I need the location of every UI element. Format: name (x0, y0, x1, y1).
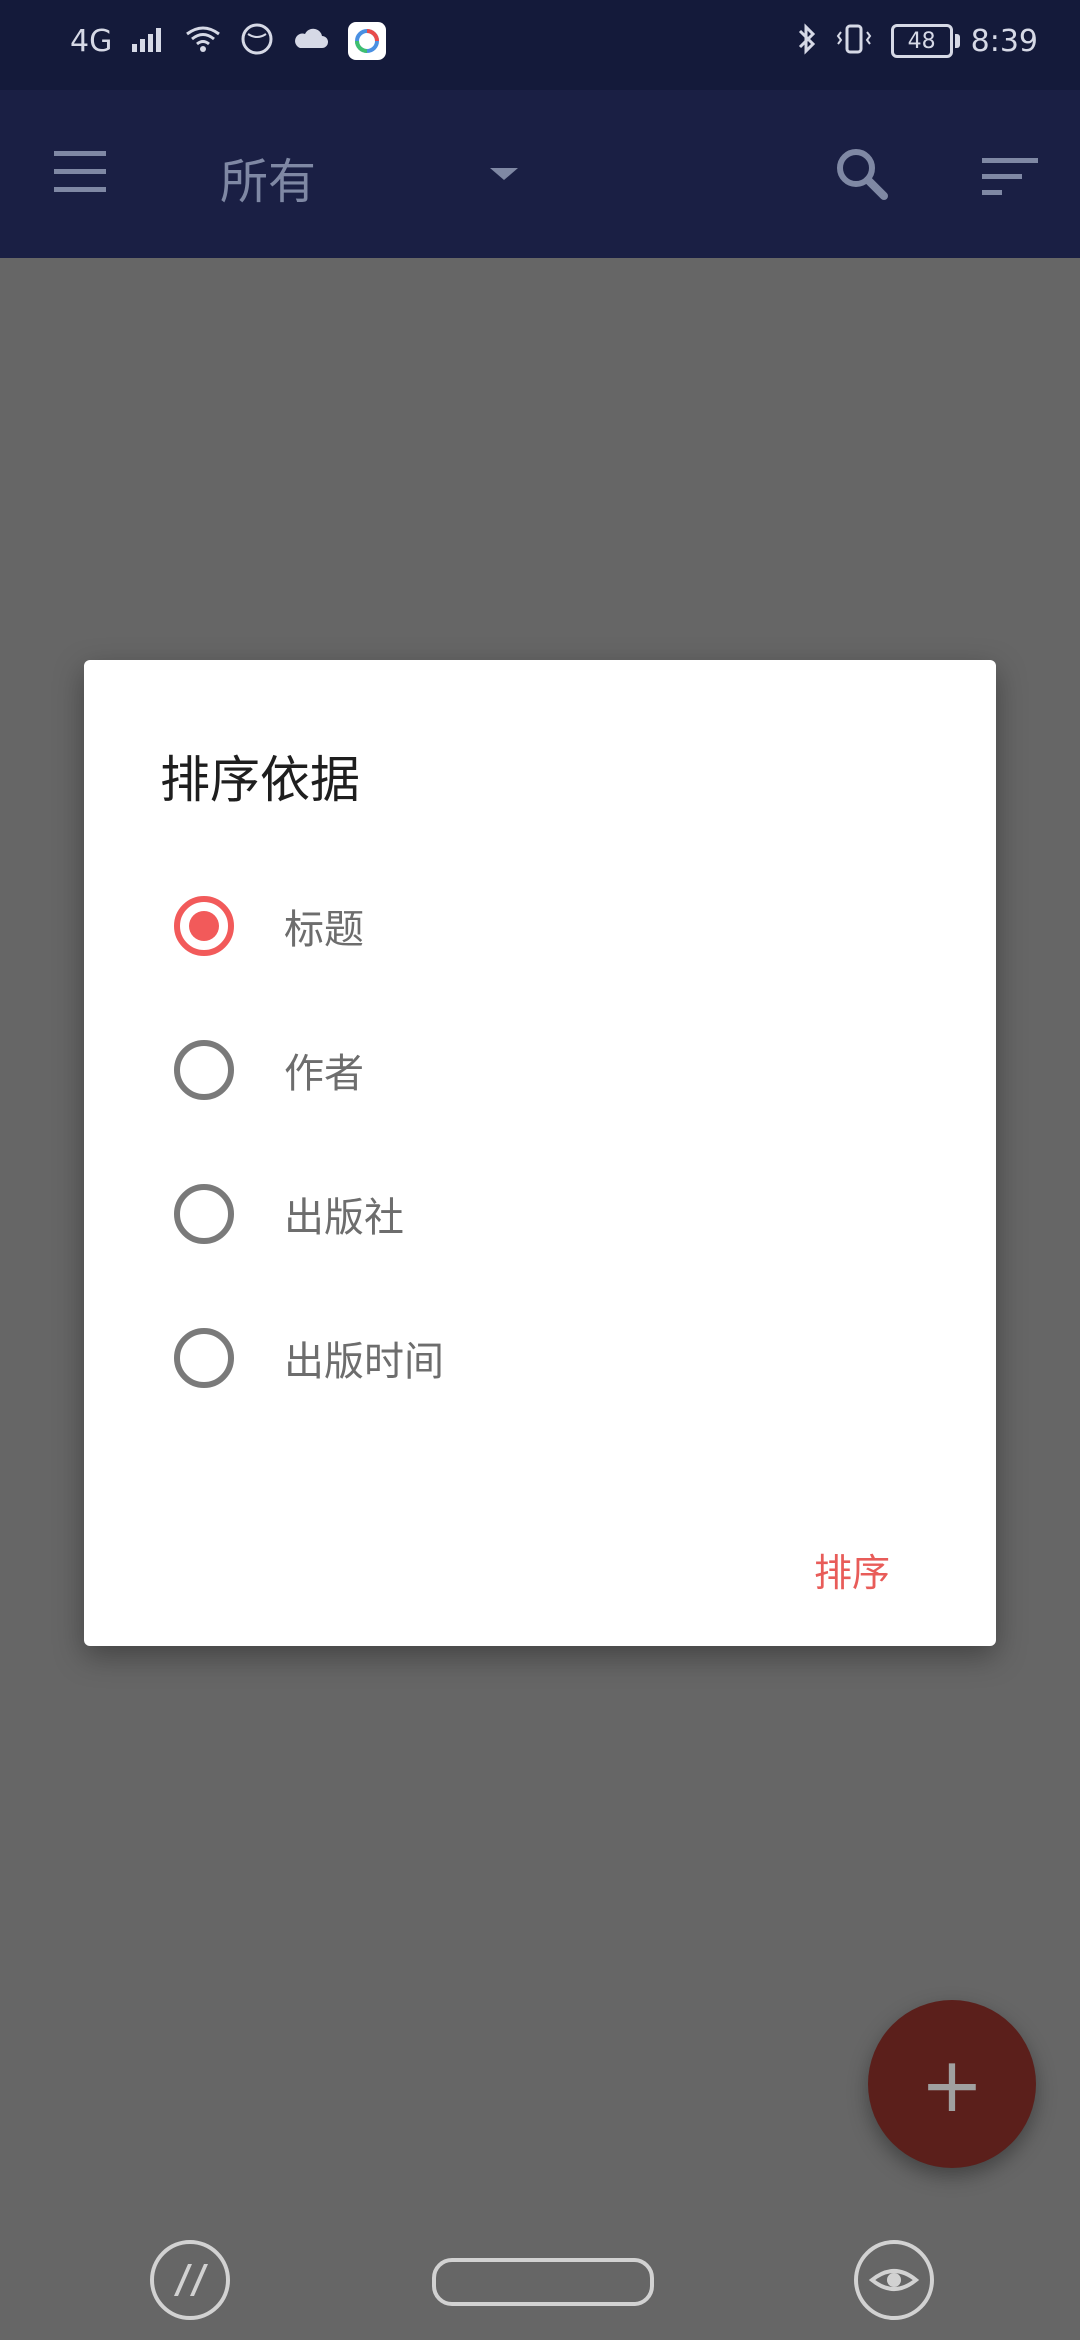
category-title[interactable]: 所有 (220, 142, 316, 212)
vibrate-icon (835, 22, 873, 60)
battery-level: 48 (907, 28, 936, 54)
wifi-icon (184, 24, 222, 58)
network-label: 4G (70, 23, 113, 59)
option-label-publisher: 出版社 (284, 1195, 404, 1241)
menu-button[interactable] (48, 145, 112, 199)
nav-eye-icon[interactable] (854, 2240, 934, 2320)
sort-confirm-button[interactable]: 排序 (814, 1542, 890, 1597)
sort-button[interactable] (978, 152, 1042, 204)
radio-button-publisher[interactable] (174, 1184, 234, 1244)
sort-icon (978, 158, 1042, 204)
search-icon (830, 149, 894, 210)
app-badge-icon (348, 22, 387, 60)
globe-icon (240, 22, 274, 60)
cloud-icon (292, 26, 330, 56)
nav-home-pill[interactable] (432, 2258, 654, 2306)
sort-dialog: 排序依据 标题 作者 出版社 出版时间 排序 (84, 660, 996, 1646)
option-label-title: 标题 (284, 907, 364, 953)
radio-button-title[interactable] (174, 896, 234, 956)
add-button[interactable]: + (868, 2000, 1036, 2168)
dialog-title: 排序依据 (160, 751, 360, 809)
radio-button-publish-date[interactable] (174, 1328, 234, 1388)
option-label-author: 作者 (284, 1051, 364, 1097)
bluetooth-icon (797, 22, 817, 60)
plus-icon: + (920, 2039, 984, 2129)
nav-app-icon[interactable] (150, 2240, 230, 2320)
status-bar: 4G 48 8:39 (0, 0, 1080, 90)
option-publisher[interactable]: 出版社 (174, 1174, 874, 1254)
option-title[interactable]: 标题 (174, 886, 874, 966)
signal-icon (130, 24, 166, 58)
dropdown-arrow-icon (486, 168, 522, 188)
top-app-bar: 所有 (0, 90, 1080, 258)
battery-icon: 48 (890, 24, 960, 58)
option-label-publish-date: 出版时间 (284, 1339, 444, 1385)
status-left: 4G (70, 22, 387, 60)
system-navigation (0, 2220, 1080, 2340)
radio-button-author[interactable] (174, 1040, 234, 1100)
status-right: 48 8:39 (797, 22, 1038, 60)
category-dropdown-button[interactable] (486, 164, 522, 188)
option-publish-date[interactable]: 出版时间 (174, 1318, 874, 1398)
clock: 8:39 (970, 23, 1038, 59)
menu-icon (48, 151, 112, 203)
search-button[interactable] (830, 142, 894, 210)
option-author[interactable]: 作者 (174, 1030, 874, 1110)
